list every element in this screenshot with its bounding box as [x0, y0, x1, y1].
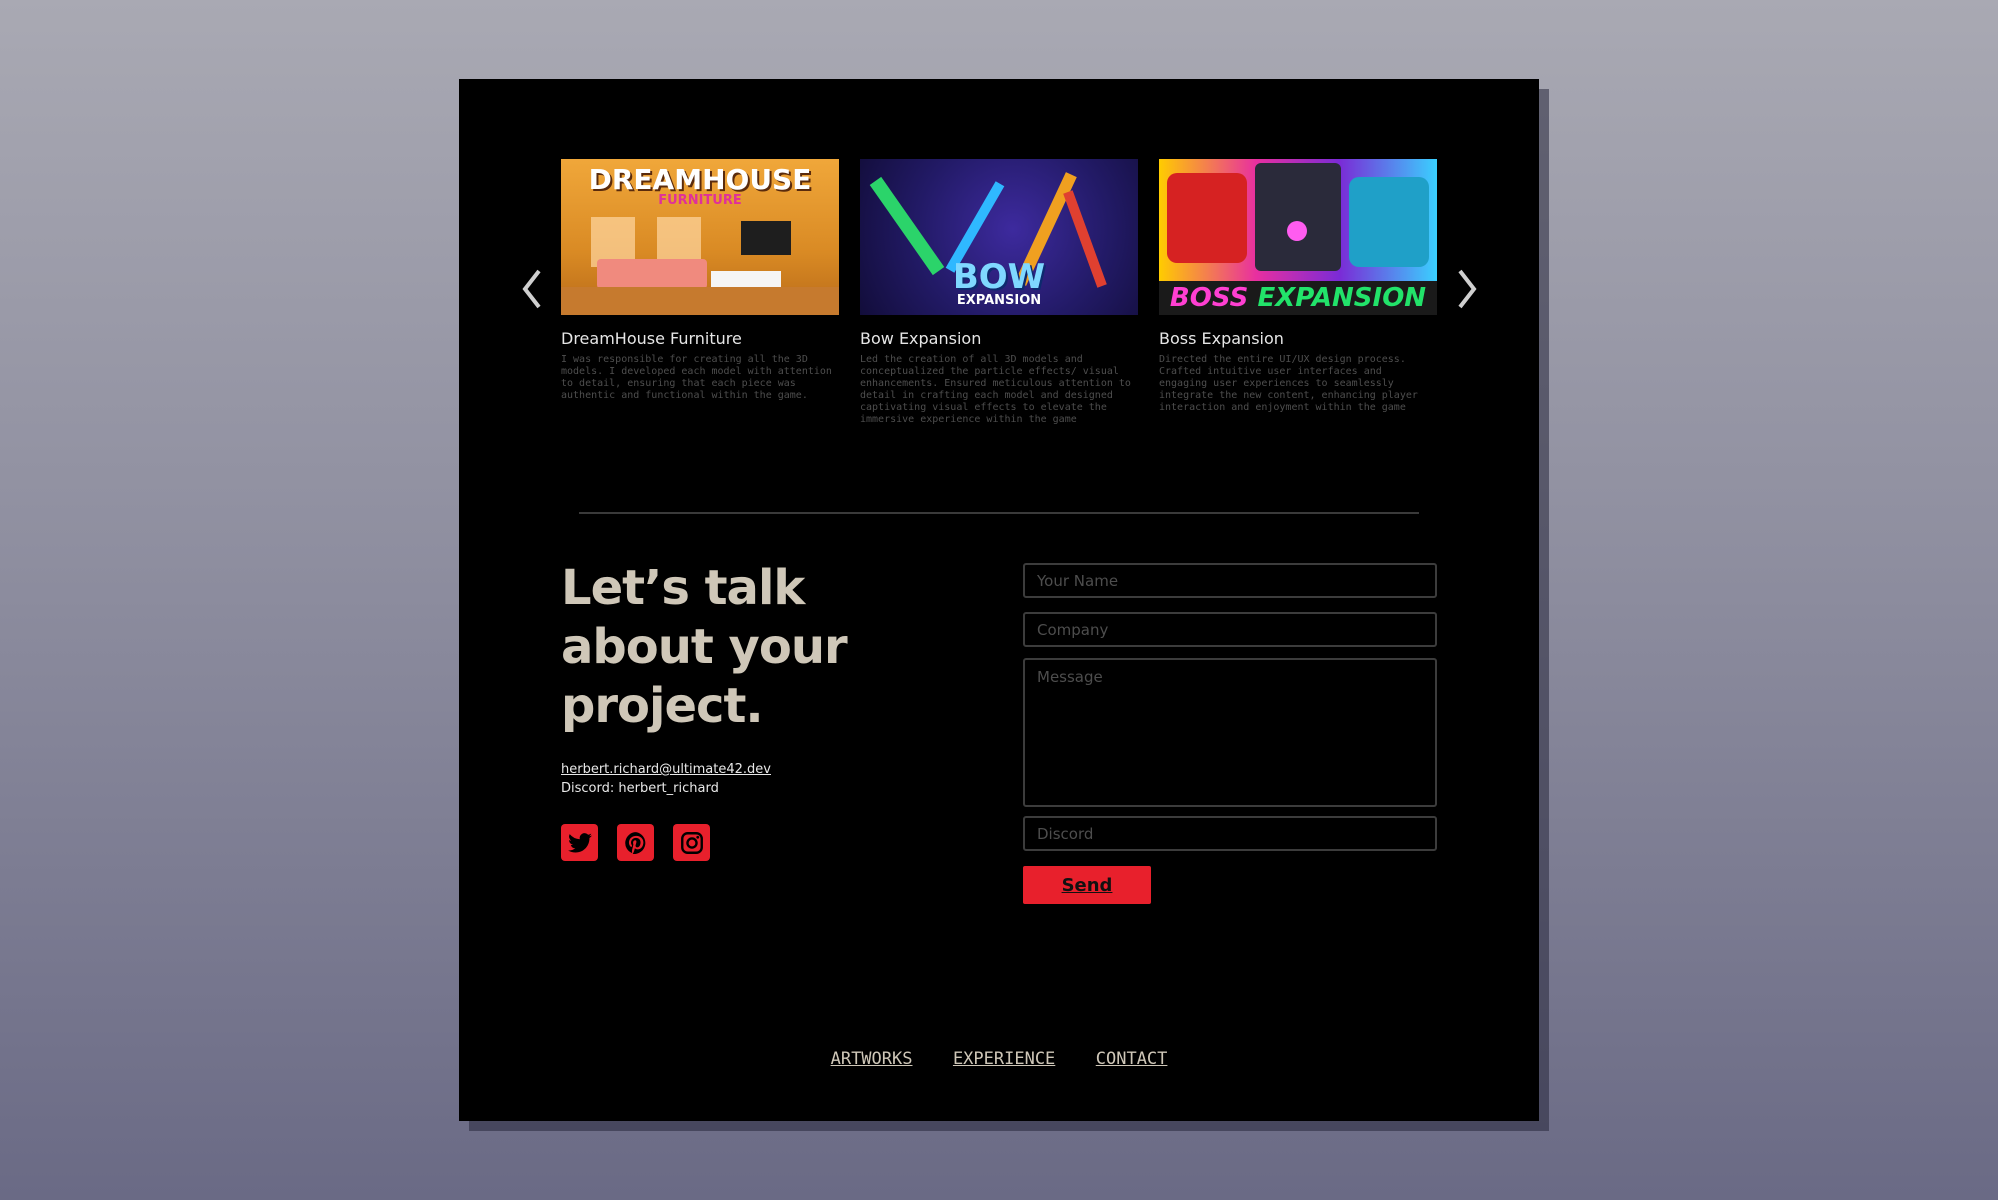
- send-button[interactable]: Send: [1023, 866, 1151, 904]
- company-field[interactable]: [1023, 612, 1437, 647]
- project-card-boss[interactable]: BOSS EXPANSION Boss Expansion Directed t…: [1159, 159, 1437, 414]
- discord-field[interactable]: [1023, 816, 1437, 851]
- thumbnail-subtitle: FURNITURE: [658, 193, 742, 208]
- footer-link-experience[interactable]: EXPERIENCE: [953, 1049, 1055, 1069]
- footer-link-contact[interactable]: CONTACT: [1096, 1049, 1168, 1069]
- project-title[interactable]: Bow Expansion: [860, 329, 1138, 348]
- project-description: Led the creation of all 3D models and co…: [860, 354, 1131, 425]
- thumbnail-title-part1: BOSS: [1169, 283, 1249, 313]
- project-title[interactable]: Boss Expansion: [1159, 329, 1437, 348]
- instagram-icon: [680, 831, 703, 854]
- instagram-button[interactable]: [673, 824, 710, 861]
- carousel-prev-button[interactable]: [512, 259, 552, 319]
- carousel-next-button[interactable]: [1447, 259, 1487, 319]
- project-card-bow[interactable]: BOW EXPANSION Bow Expansion Led the crea…: [860, 159, 1138, 426]
- twitter-icon: [567, 832, 592, 853]
- contact-headline: Let’s talk about your project.: [561, 560, 848, 734]
- email-link[interactable]: herbert.richard@ultimate42.dev: [561, 762, 771, 777]
- pinterest-icon: [624, 831, 645, 854]
- section-divider: [579, 512, 1419, 514]
- project-card-dreamhouse[interactable]: DREAMHOUSE FURNITURE DreamHouse Furnitur…: [561, 159, 839, 402]
- thumbnail-title: BOW: [952, 257, 1046, 297]
- thumbnail-title: BOSS EXPANSION: [1159, 283, 1437, 313]
- project-description: I was responsible for creating all the 3…: [561, 354, 832, 401]
- name-field[interactable]: [1023, 563, 1437, 598]
- footer-nav: ARTWORKS EXPERIENCE CONTACT: [459, 1049, 1539, 1069]
- project-carousel: DREAMHOUSE FURNITURE DreamHouse Furnitur…: [561, 159, 1437, 479]
- project-description: Directed the entire UI/UX design process…: [1159, 354, 1418, 413]
- project-thumbnail[interactable]: BOSS EXPANSION: [1159, 159, 1437, 315]
- portfolio-window: DREAMHOUSE FURNITURE DreamHouse Furnitur…: [459, 79, 1539, 1121]
- footer-link-artworks[interactable]: ARTWORKS: [831, 1049, 913, 1069]
- project-thumbnail[interactable]: BOW EXPANSION: [860, 159, 1138, 315]
- pinterest-button[interactable]: [617, 824, 654, 861]
- chevron-right-icon: [1458, 269, 1477, 309]
- project-title[interactable]: DreamHouse Furniture: [561, 329, 839, 348]
- thumbnail-title: DREAMHOUSE: [588, 163, 812, 196]
- twitter-button[interactable]: [561, 824, 598, 861]
- discord-handle: Discord: herbert_richard: [561, 781, 719, 796]
- project-thumbnail[interactable]: DREAMHOUSE FURNITURE: [561, 159, 839, 315]
- thumbnail-subtitle: EXPANSION: [956, 293, 1042, 308]
- chevron-left-icon: [522, 269, 541, 309]
- message-field[interactable]: [1023, 658, 1437, 807]
- thumbnail-title-part2: EXPANSION: [1257, 283, 1427, 313]
